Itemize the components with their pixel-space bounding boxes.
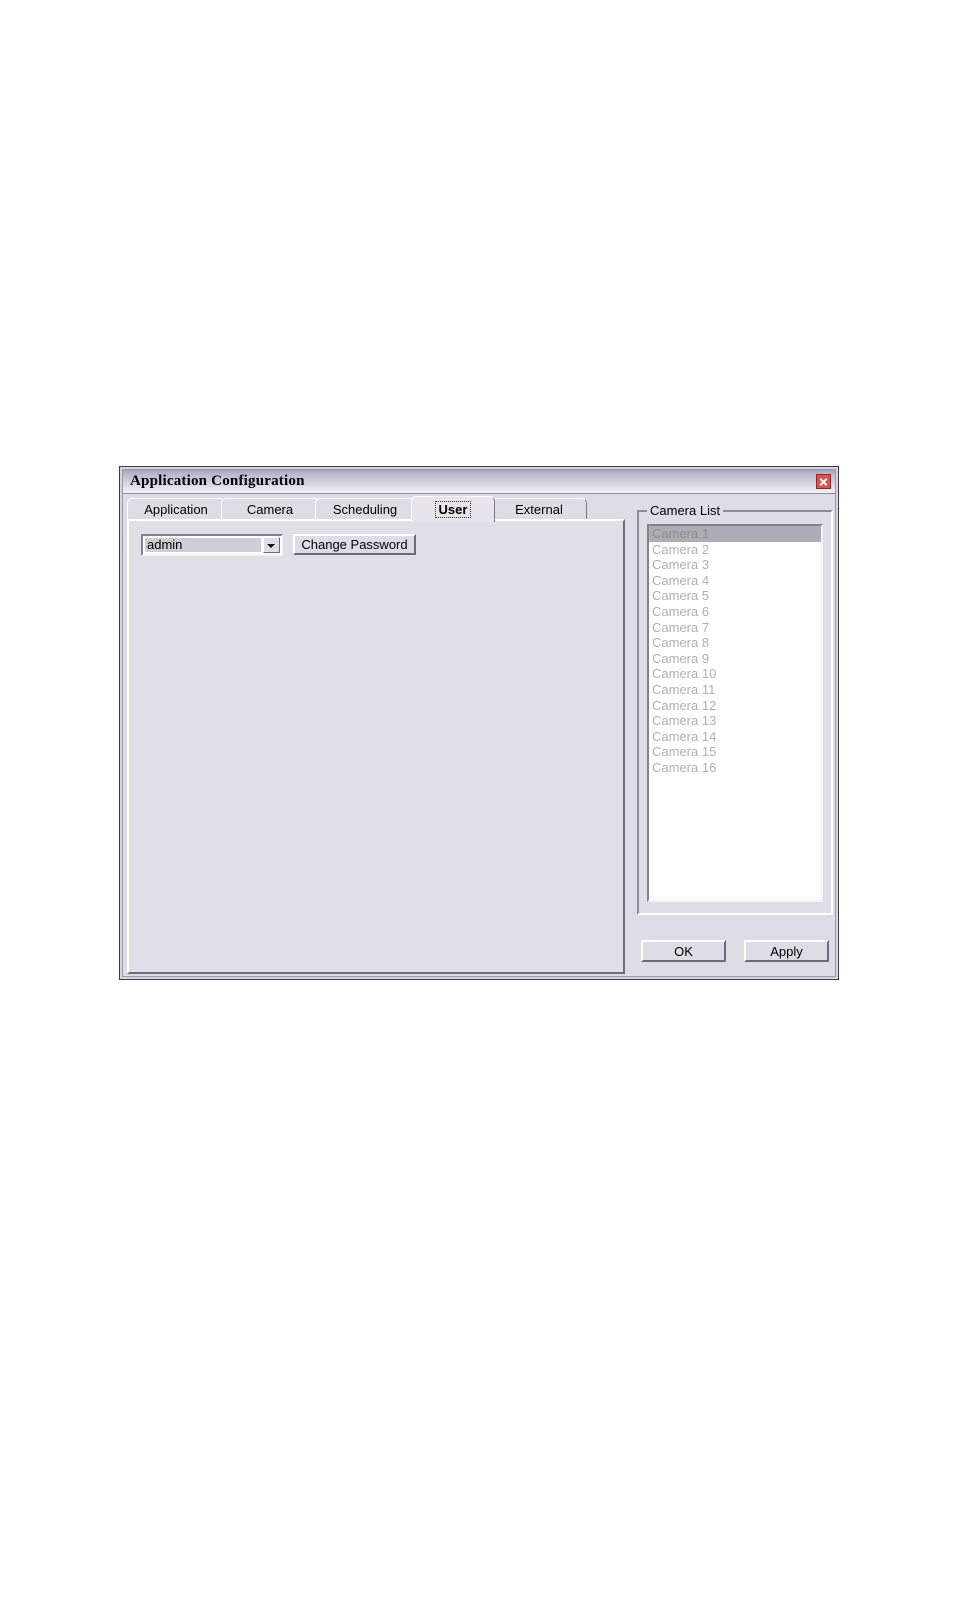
tab-application[interactable]: Application bbox=[127, 498, 225, 520]
tab-scheduling[interactable]: Scheduling bbox=[315, 498, 415, 520]
camera-list-item[interactable]: Camera 14 bbox=[649, 729, 821, 745]
camera-list-item[interactable]: Camera 12 bbox=[649, 698, 821, 714]
tab-external[interactable]: External bbox=[491, 498, 587, 520]
title-bar: Application Configuration bbox=[123, 470, 835, 494]
tab-label: Camera bbox=[246, 502, 294, 517]
apply-button-label: Apply bbox=[770, 943, 803, 959]
ok-button[interactable]: OK bbox=[641, 940, 726, 962]
camera-list-item[interactable]: Camera 11 bbox=[649, 682, 821, 698]
tab-camera[interactable]: Camera bbox=[221, 498, 319, 520]
camera-list-item[interactable]: Camera 2 bbox=[649, 542, 821, 558]
tab-label: Application bbox=[144, 502, 208, 517]
tab-user[interactable]: User bbox=[411, 496, 495, 522]
camera-list-item[interactable]: Camera 10 bbox=[649, 666, 821, 682]
camera-list-item[interactable]: Camera 8 bbox=[649, 635, 821, 651]
change-password-label: Change Password bbox=[301, 537, 408, 552]
ok-button-label: OK bbox=[674, 943, 693, 959]
camera-list-item[interactable]: Camera 13 bbox=[649, 713, 821, 729]
chevron-down-icon[interactable] bbox=[263, 537, 280, 553]
application-configuration-dialog: Application Configuration Application Cam… bbox=[119, 466, 839, 980]
close-icon[interactable] bbox=[816, 474, 831, 489]
window-title: Application Configuration bbox=[130, 473, 305, 489]
camera-list-group: Camera List Camera 1 Camera 2 Camera 3 Came… bbox=[637, 503, 833, 915]
tab-content-panel: admin Change Password bbox=[127, 519, 625, 974]
dialog-inner-frame: Application Configuration Application Cam… bbox=[122, 469, 836, 977]
user-select-value: admin bbox=[145, 538, 261, 552]
change-password-button[interactable]: Change Password bbox=[293, 534, 416, 555]
tab-label: Scheduling bbox=[332, 502, 398, 517]
camera-list-item[interactable]: Camera 1 bbox=[649, 526, 821, 542]
apply-button[interactable]: Apply bbox=[744, 940, 829, 962]
camera-list-item[interactable]: Camera 16 bbox=[649, 760, 821, 776]
tab-label: External bbox=[515, 502, 563, 517]
camera-list-title: Camera List bbox=[647, 503, 724, 518]
camera-listbox[interactable]: Camera 1 Camera 2 Camera 3 Camera 4 Camera 5… bbox=[647, 524, 823, 902]
chevron-down-glyph bbox=[267, 544, 275, 548]
user-select[interactable]: admin bbox=[141, 534, 283, 556]
camera-list-item[interactable]: Camera 9 bbox=[649, 651, 821, 667]
camera-list-item[interactable]: Camera 15 bbox=[649, 744, 821, 760]
camera-list-item[interactable]: Camera 6 bbox=[649, 604, 821, 620]
camera-list-item[interactable]: Camera 5 bbox=[649, 588, 821, 604]
tab-strip: Application Camera Scheduling User External bbox=[127, 496, 627, 522]
camera-list-item[interactable]: Camera 3 bbox=[649, 557, 821, 573]
tab-label: User bbox=[434, 501, 472, 518]
camera-list-item[interactable]: Camera 4 bbox=[649, 573, 821, 589]
camera-list-item[interactable]: Camera 7 bbox=[649, 620, 821, 636]
